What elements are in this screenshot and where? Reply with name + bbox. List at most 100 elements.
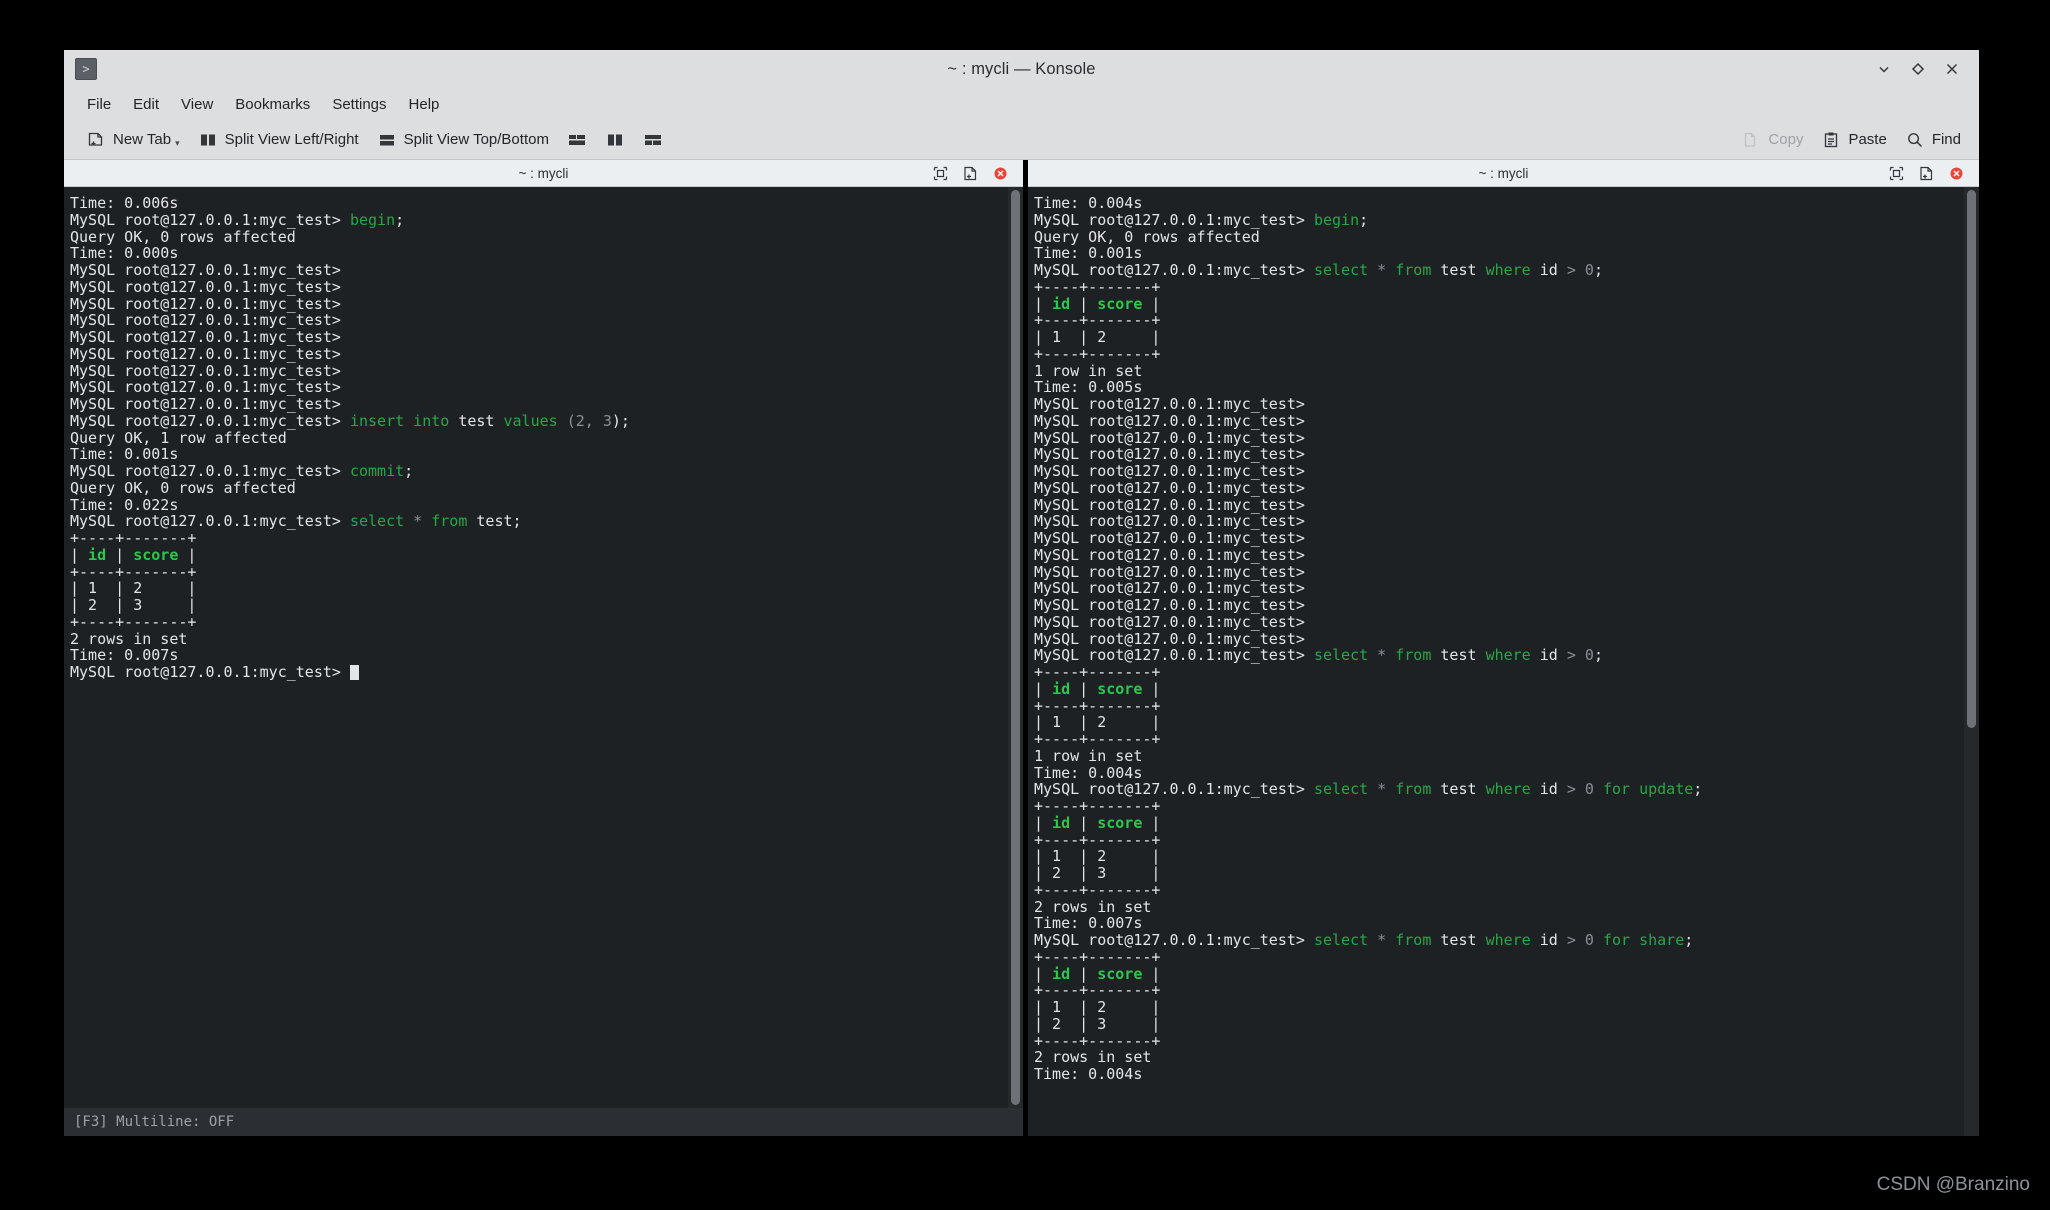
- menu-item-bookmarks[interactable]: Bookmarks: [224, 92, 321, 117]
- terminal-text: Time: 0.004s: [1034, 194, 1143, 212]
- terminal-text: Time: 0.004s: [1034, 763, 1143, 782]
- terminal-text: +----+-------+: [1034, 797, 1161, 815]
- terminal-text: MySQL root@127.0.0.1:myc_test>: [1034, 596, 1305, 614]
- minimize-button[interactable]: [1869, 55, 1899, 83]
- close-button[interactable]: [1937, 55, 1967, 83]
- terminal-pane-left: ~ : mycli Time: 0.006s MySQL root@127.0.…: [64, 160, 1023, 1136]
- scrollbar-right[interactable]: [1964, 187, 1979, 1136]
- maximize-button[interactable]: [1903, 55, 1933, 83]
- split-view-left-right-label: Split View Left/Right: [224, 131, 359, 148]
- menu-item-help[interactable]: Help: [398, 92, 451, 117]
- terminal-text: *: [1368, 261, 1396, 279]
- terminal-line: 1 row in set: [1034, 747, 1964, 765]
- terminal-text: where: [1485, 931, 1531, 949]
- close-tab-icon[interactable]: [992, 165, 1009, 182]
- find-button[interactable]: Find: [1897, 126, 1969, 154]
- terminal-line: | id | score |: [1034, 964, 1964, 983]
- copy-button[interactable]: Copy: [1733, 126, 1811, 154]
- scrollbar-thumb-left[interactable]: [1011, 190, 1020, 1105]
- terminal-text: |: [1142, 679, 1161, 698]
- terminal-line: | 2 | 3 |: [1034, 1015, 1964, 1033]
- terminal-text: Query OK, 0 rows affected: [70, 227, 296, 246]
- menu-item-edit[interactable]: Edit: [122, 92, 170, 117]
- new-tab-icon[interactable]: [1918, 165, 1935, 182]
- terminal-line: +----+-------+: [1034, 345, 1964, 363]
- terminal-output-right[interactable]: Time: 0.004s MySQL root@127.0.0.1:myc_tes…: [1028, 187, 1964, 1136]
- terminal-line: Query OK, 0 rows affected: [70, 479, 1008, 497]
- terminal-line: +----+-------+: [1034, 278, 1964, 296]
- terminal-text: MySQL root@127.0.0.1:myc_test>: [70, 512, 350, 531]
- layout-two-columns-button[interactable]: [597, 126, 633, 154]
- terminal-text: |: [1142, 964, 1161, 983]
- terminal-text: *: [404, 512, 432, 531]
- tab-title-right[interactable]: ~ : mycli: [1028, 166, 1979, 181]
- terminal-text: |: [1070, 964, 1098, 983]
- terminal-body-right: Time: 0.004s MySQL root@127.0.0.1:myc_tes…: [1028, 187, 1979, 1136]
- terminal-line: MySQL root@127.0.0.1:myc_test> select * …: [1034, 647, 1964, 664]
- watermark: CSDN @Branzino: [1876, 1174, 2030, 1195]
- terminal-line: Time: 0.004s: [1034, 195, 1964, 212]
- terminal-text: |: [70, 545, 89, 564]
- menu-item-view[interactable]: View: [170, 92, 224, 117]
- scrollbar-left[interactable]: [1008, 187, 1023, 1108]
- terminal-line: MySQL root@127.0.0.1:myc_test>: [70, 277, 1008, 296]
- terminal-line: MySQL root@127.0.0.1:myc_test>: [1034, 597, 1964, 614]
- terminal-text: |: [1034, 813, 1053, 832]
- tab-bar-left: ~ : mycli: [64, 160, 1023, 187]
- menu-item-file[interactable]: File: [76, 92, 122, 117]
- new-tab-label: New Tab: [113, 131, 172, 148]
- terminal-text: ,: [584, 411, 603, 430]
- terminal-line: +----+-------+: [1034, 948, 1964, 966]
- copy-icon: [1741, 130, 1761, 150]
- terminal-text: ;: [1359, 210, 1369, 229]
- terminal-text: MySQL root@127.0.0.1:myc_test>: [70, 277, 341, 296]
- layout-two-rows-button[interactable]: [559, 126, 595, 154]
- detach-tab-icon[interactable]: [1888, 165, 1905, 182]
- tab-actions-right: [1888, 165, 1979, 182]
- terminal-text: MySQL root@127.0.0.1:myc_test>: [1034, 261, 1314, 279]
- terminal-text: Time: 0.007s: [1034, 914, 1143, 933]
- menu-item-settings[interactable]: Settings: [321, 92, 397, 117]
- terminal-text: 3: [602, 411, 612, 430]
- chevron-down-icon[interactable]: ▾: [175, 138, 180, 149]
- layout-two-rows-icon: [567, 130, 587, 150]
- close-x-icon: [1946, 63, 1958, 75]
- terminal-text: ;: [404, 462, 414, 480]
- search-icon: [1905, 130, 1925, 150]
- paste-button[interactable]: Paste: [1813, 126, 1894, 154]
- terminal-text: +----+-------+: [70, 612, 197, 631]
- layout-mixed-button[interactable]: [635, 126, 671, 154]
- terminal-text: | 1 | 2 |: [1034, 713, 1161, 732]
- tab-title-left[interactable]: ~ : mycli: [64, 166, 1023, 181]
- new-tab-icon[interactable]: [962, 165, 979, 182]
- terminal-line: +----+-------+: [1034, 312, 1964, 329]
- terminal-text: MySQL root@127.0.0.1:myc_test>: [70, 311, 341, 330]
- terminal-text: score: [1097, 294, 1143, 313]
- terminal-line: MySQL root@127.0.0.1:myc_test> select * …: [1034, 781, 1964, 798]
- terminal-text: |: [1034, 294, 1053, 313]
- terminal-line: MySQL root@127.0.0.1:myc_test>: [70, 262, 1008, 279]
- terminal-text: (: [557, 411, 576, 430]
- terminal-line: MySQL root@127.0.0.1:myc_test>: [70, 379, 1008, 396]
- terminal-text: from: [431, 512, 468, 531]
- terminal-text: | 1 | 2 |: [1034, 328, 1161, 346]
- new-tab-button[interactable]: New Tab ▾: [78, 126, 188, 154]
- detach-tab-icon[interactable]: [932, 165, 949, 182]
- terminal-line: MySQL root@127.0.0.1:myc_test>: [1034, 412, 1964, 430]
- terminal-text: +----+-------+: [1034, 663, 1161, 681]
- scrollbar-thumb-right[interactable]: [1967, 190, 1976, 728]
- terminal-cursor: [349, 665, 359, 680]
- terminal-text: MySQL root@127.0.0.1:myc_test>: [1034, 478, 1305, 497]
- terminal-text: test: [1431, 780, 1486, 799]
- close-tab-icon[interactable]: [1948, 165, 1965, 182]
- terminal-text: MySQL root@127.0.0.1:myc_test>: [70, 663, 350, 681]
- terminal-line: | id | score |: [1034, 294, 1964, 313]
- terminal-line: MySQL root@127.0.0.1:myc_test>: [70, 295, 1008, 313]
- terminal-text: from: [1395, 261, 1432, 279]
- terminal-pane-right: ~ : mycli Time: 0.004s MySQL root@127.0.…: [1028, 160, 1979, 1136]
- split-view-top-bottom-button[interactable]: Split View Top/Bottom: [369, 126, 557, 154]
- terminal-text: Time: 0.005s: [1034, 378, 1143, 397]
- split-view-left-right-button[interactable]: Split View Left/Right: [190, 126, 367, 154]
- terminal-output-left[interactable]: Time: 0.006s MySQL root@127.0.0.1:myc_tes…: [64, 187, 1008, 1108]
